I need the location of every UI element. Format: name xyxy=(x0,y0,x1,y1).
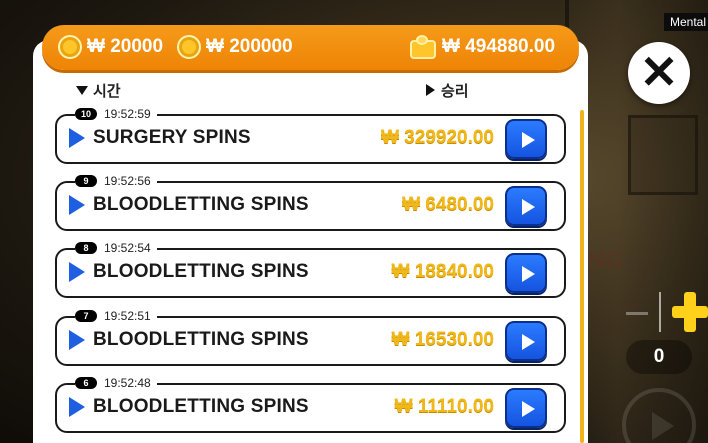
feature-name: BLOODLETTING SPINS xyxy=(93,396,309,417)
close-button[interactable]: ✕ xyxy=(628,42,690,104)
history-row-meta: 7 19:52:51 xyxy=(75,309,157,323)
balance: ₩ 494880.00 xyxy=(410,34,555,60)
play-icon xyxy=(522,132,535,148)
coin-value-1: ₩ 20000 xyxy=(58,34,163,60)
feature-name: BLOODLETTING SPINS xyxy=(93,194,309,215)
history-row-meta: 8 19:52:54 xyxy=(75,241,157,255)
background-door xyxy=(628,115,698,195)
sort-win-label: 승리 xyxy=(441,82,469,100)
side-divider-vertical xyxy=(659,292,661,332)
win-amount: ₩ 6480.00 xyxy=(402,194,494,215)
replay-button[interactable] xyxy=(505,388,547,428)
replay-button[interactable] xyxy=(505,186,547,226)
round-time: 19:52:54 xyxy=(104,241,151,255)
win-amount: ₩ 11110.00 xyxy=(394,396,494,417)
bet-counter: 0 xyxy=(626,340,692,374)
sort-desc-icon xyxy=(76,85,88,95)
replay-button[interactable] xyxy=(505,321,547,361)
plus-icon[interactable] xyxy=(672,292,708,332)
round-index-badge: 7 xyxy=(75,310,97,322)
history-row-meta: 6 19:52:48 xyxy=(75,376,157,390)
round-time: 19:52:56 xyxy=(104,174,151,188)
scrollbar[interactable] xyxy=(580,110,584,443)
side-divider xyxy=(626,312,648,315)
history-row[interactable]: 10 19:52:59 SURGERY SPINS ₩ 329920.00 xyxy=(55,107,566,164)
coin-value-1-text: ₩ 20000 xyxy=(87,36,164,57)
play-icon xyxy=(69,262,85,282)
round-time: 19:52:59 xyxy=(104,107,151,121)
background-graffiti: NG xyxy=(588,248,622,272)
replay-button[interactable] xyxy=(505,119,547,159)
round-index-badge: 9 xyxy=(75,175,97,187)
feature-name: BLOODLETTING SPINS xyxy=(93,329,309,350)
coin-icon xyxy=(58,35,82,59)
history-row[interactable]: 6 19:52:48 BLOODLETTING SPINS ₩ 11110.00 xyxy=(55,376,566,433)
balance-text: ₩ 494880.00 xyxy=(442,36,556,57)
coin-value-2-text: ₩ 200000 xyxy=(206,36,293,57)
win-amount: ₩ 329920.00 xyxy=(380,127,494,148)
history-row[interactable]: 8 19:52:54 BLOODLETTING SPINS ₩ 18840.00 xyxy=(55,241,566,298)
round-index-badge: 10 xyxy=(75,108,97,120)
sort-arrow-icon xyxy=(426,84,435,96)
history-row[interactable]: 7 19:52:51 BLOODLETTING SPINS ₩ 16530.00 xyxy=(55,309,566,366)
round-index-badge: 6 xyxy=(75,377,97,389)
sort-by-time[interactable]: 시간 xyxy=(76,80,121,100)
sort-by-win[interactable]: 승리 xyxy=(426,80,469,100)
play-icon xyxy=(522,266,535,282)
feature-name: SURGERY SPINS xyxy=(93,127,251,148)
sort-time-label: 시간 xyxy=(93,82,121,100)
play-icon xyxy=(522,401,535,417)
round-time: 19:52:51 xyxy=(104,309,151,323)
win-amount: ₩ 16530.00 xyxy=(391,329,494,350)
close-icon: ✕ xyxy=(639,46,679,98)
history-row-meta: 9 19:52:56 xyxy=(75,174,157,188)
wallet-icon xyxy=(410,35,436,59)
coin-value-2: ₩ 200000 xyxy=(177,34,293,60)
play-icon xyxy=(522,199,535,215)
play-icon xyxy=(652,412,674,440)
play-icon xyxy=(69,128,85,148)
replay-button[interactable] xyxy=(505,253,547,293)
round-time: 19:52:48 xyxy=(104,376,151,390)
feature-name: BLOODLETTING SPINS xyxy=(93,261,309,282)
play-icon xyxy=(69,330,85,350)
win-amount: ₩ 18840.00 xyxy=(391,261,494,282)
play-icon xyxy=(69,195,85,215)
play-icon xyxy=(69,397,85,417)
history-row-meta: 10 19:52:59 xyxy=(75,107,157,121)
history-row[interactable]: 9 19:52:56 BLOODLETTING SPINS ₩ 6480.00 xyxy=(55,174,566,231)
game-title-tag: Mental xyxy=(664,13,708,31)
play-icon xyxy=(522,334,535,350)
round-index-badge: 8 xyxy=(75,242,97,254)
coin-icon xyxy=(177,35,201,59)
header-bar: ₩ 20000 ₩ 200000 ₩ 494880.00 xyxy=(42,25,579,70)
